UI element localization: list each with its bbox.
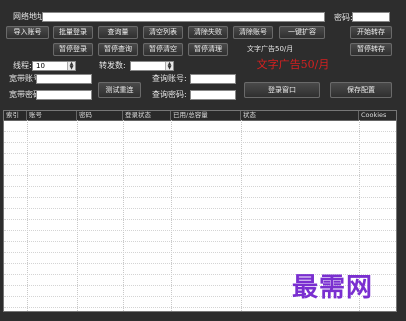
col-login-status[interactable]: 登录状态: [123, 111, 171, 120]
card-password-label: 查询密码:: [152, 90, 187, 99]
grid-divider: [123, 120, 124, 311]
fav-label: 转发数:: [99, 61, 126, 70]
card-input[interactable]: [190, 74, 236, 84]
url-input[interactable]: [42, 12, 325, 22]
account-input[interactable]: [36, 74, 92, 84]
col-cookies[interactable]: Cookies: [359, 111, 396, 120]
main-window: 网络地址: 密码: 导入账号 批量登录 查询量 清空列表 清除失败 清除账号 一…: [0, 0, 406, 321]
account-password-input[interactable]: [36, 90, 92, 100]
grid-divider: [171, 120, 172, 311]
pause-login-button[interactable]: 暂停登录: [53, 43, 93, 56]
grid-divider: [27, 120, 28, 311]
card-label: 查询账号:: [152, 74, 187, 83]
grid-row-line: [4, 186, 396, 187]
pause-clear-button[interactable]: 暂停清空: [143, 43, 183, 56]
login-window-button[interactable]: 登录窗口: [244, 82, 320, 98]
pause-check-button[interactable]: 暂停查询: [98, 43, 138, 56]
grid-row-line: [4, 131, 396, 132]
col-password[interactable]: 密码: [77, 111, 123, 120]
grid-row-line: [4, 175, 396, 176]
grid-row-line: [4, 252, 396, 253]
save-config-button[interactable]: 保存配置: [330, 82, 392, 98]
thread-label: 线程:: [13, 61, 32, 70]
pause-cleanup-button[interactable]: 暂停清理: [188, 43, 228, 56]
thread-value: 10: [36, 62, 45, 70]
grid-row-line: [4, 197, 396, 198]
grid-row-line: [4, 263, 396, 264]
start-forward-button[interactable]: 开始转存: [350, 26, 392, 39]
grid-divider: [241, 120, 242, 311]
pause-forward-button[interactable]: 暂停转存: [350, 43, 392, 56]
ad-banner-text: 文字广告50/月: [256, 58, 330, 71]
password-input[interactable]: [352, 12, 390, 22]
batch-login-button[interactable]: 批量登录: [53, 26, 93, 39]
grid-row-line: [4, 142, 396, 143]
fav-spinbox[interactable]: ▲ ▼: [130, 61, 174, 71]
grid-row-line: [4, 219, 396, 220]
col-index[interactable]: 索引: [4, 111, 27, 120]
grid-row-line: [4, 208, 396, 209]
clear-list-button[interactable]: 清空列表: [143, 26, 183, 39]
spin-arrows-icon[interactable]: ▲ ▼: [67, 62, 75, 71]
grid-row-line: [4, 230, 396, 231]
table-header: 索引 账号 密码 登录状态 已用/总容量 状态 Cookies: [4, 111, 396, 121]
col-capacity[interactable]: 已用/总容量: [171, 111, 241, 120]
password-label: 密码:: [334, 13, 353, 22]
check-quantity-button[interactable]: 查询量: [98, 26, 138, 39]
grid-divider: [77, 120, 78, 311]
test-reconnect-button[interactable]: 测试重连: [98, 82, 141, 98]
clear-fail-button[interactable]: 清除失败: [188, 26, 228, 39]
grid-row-line: [4, 153, 396, 154]
spin-arrows-icon[interactable]: ▲ ▼: [165, 62, 173, 71]
grid-row-line: [4, 241, 396, 242]
grid-row-line: [4, 307, 396, 308]
thread-spinbox[interactable]: 10 ▲ ▼: [32, 61, 76, 71]
one-click-expand-button[interactable]: 一键扩容: [279, 26, 325, 39]
col-account[interactable]: 账号: [27, 111, 77, 120]
watermark-logo: 最需网: [292, 273, 374, 303]
import-accounts-button[interactable]: 导入账号: [6, 26, 49, 39]
remove-account-button[interactable]: 清除账号: [233, 26, 273, 39]
grid-row-line: [4, 164, 396, 165]
card-password-input[interactable]: [190, 90, 236, 100]
col-status[interactable]: 状态: [241, 111, 359, 120]
